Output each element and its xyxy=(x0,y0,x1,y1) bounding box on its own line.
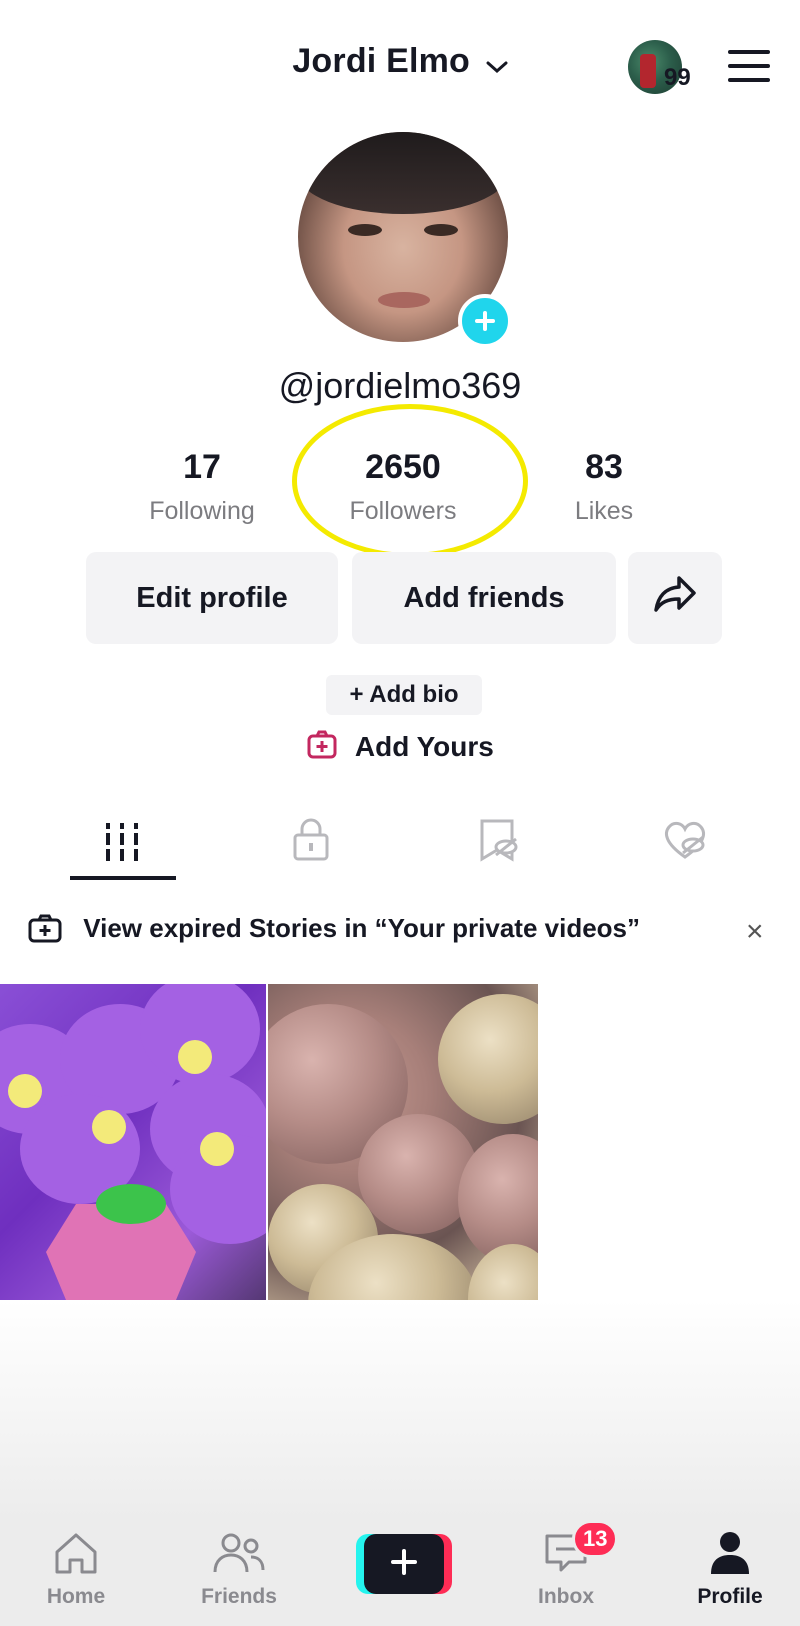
likes-label: Likes xyxy=(574,497,634,525)
following-count: 17 xyxy=(183,448,221,486)
share-profile-button[interactable] xyxy=(628,552,722,644)
add-bio-button[interactable]: + Add bio xyxy=(326,675,482,715)
add-yours-icon xyxy=(306,730,338,767)
nav-profile[interactable]: Profile xyxy=(670,1530,790,1609)
menu-icon[interactable] xyxy=(728,50,772,84)
create-button[interactable] xyxy=(356,1534,452,1594)
nav-inbox-label: Inbox xyxy=(538,1585,594,1608)
nav-home[interactable]: Home xyxy=(16,1530,136,1609)
stat-likes[interactable]: 83 Likes xyxy=(514,448,694,526)
add-yours-label: Add Yours xyxy=(354,731,494,762)
lock-icon xyxy=(286,818,336,869)
nav-friends[interactable]: Friends xyxy=(179,1530,299,1609)
username: @jordielmo369 xyxy=(278,365,522,406)
close-icon[interactable]: × xyxy=(746,915,764,949)
friends-icon xyxy=(211,1533,267,1580)
stat-following[interactable]: 17 Following xyxy=(112,448,292,526)
share-icon xyxy=(653,574,697,622)
display-name-text: Jordi Elmo xyxy=(292,42,471,80)
bookmark-hidden-icon xyxy=(474,819,524,869)
edit-profile-button[interactable]: Edit profile xyxy=(86,552,338,644)
grid-icon xyxy=(98,823,148,869)
nav-profile-label: Profile xyxy=(697,1585,763,1608)
plus-icon xyxy=(389,1547,419,1582)
profile-icon xyxy=(705,1532,755,1580)
chevron-down-icon[interactable] xyxy=(486,44,508,83)
tab-liked[interactable] xyxy=(660,815,710,865)
heart-hidden-icon xyxy=(660,821,710,869)
tab-saved[interactable] xyxy=(474,815,524,865)
inbox-icon xyxy=(541,1534,591,1580)
likes-count: 83 xyxy=(585,448,623,486)
nav-friends-label: Friends xyxy=(201,1585,277,1608)
highlight-annotation xyxy=(292,404,528,558)
video-thumbnail[interactable]: 999 xyxy=(268,984,538,1344)
expired-stories-banner[interactable]: View expired Stories in “Your private vi… xyxy=(28,913,640,950)
home-icon xyxy=(51,1533,101,1580)
add-friends-button[interactable]: Add friends xyxy=(352,552,616,644)
inbox-badge: 13 xyxy=(572,1520,619,1558)
empty-space xyxy=(0,1300,800,1520)
add-story-button[interactable] xyxy=(458,294,512,348)
add-yours-link[interactable]: Add Yours xyxy=(0,730,800,767)
active-tab-indicator xyxy=(70,876,176,880)
tab-videos[interactable] xyxy=(98,815,148,865)
notification-count: 99 xyxy=(664,64,691,91)
video-thumbnail[interactable]: 445 xyxy=(0,984,266,1344)
nav-home-label: Home xyxy=(46,1585,106,1608)
following-label: Following xyxy=(149,497,255,525)
tab-private[interactable] xyxy=(286,815,336,865)
camera-plus-icon xyxy=(28,913,62,950)
banner-text: View expired Stories in “Your private vi… xyxy=(83,913,641,943)
